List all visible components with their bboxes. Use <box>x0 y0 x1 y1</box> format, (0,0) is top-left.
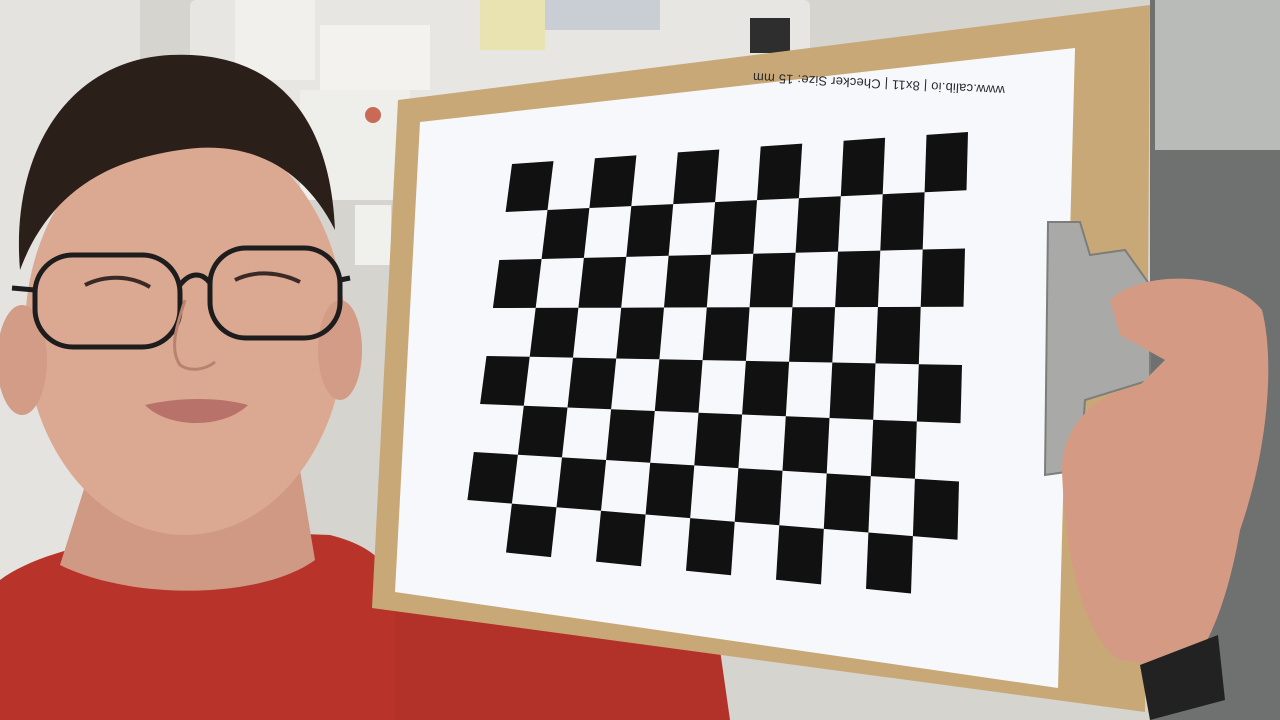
checker-square <box>912 478 959 540</box>
checker-square <box>686 518 735 576</box>
checker-square <box>829 362 876 420</box>
checker-square <box>616 307 664 360</box>
checker-square <box>606 409 655 463</box>
checker-square <box>880 192 925 251</box>
checker-square <box>835 250 881 308</box>
checker-square <box>694 412 743 469</box>
checker-square <box>529 307 579 358</box>
checker-square <box>749 252 796 308</box>
checker-square <box>567 357 617 410</box>
checker-square <box>866 532 913 594</box>
checker-square <box>645 462 695 519</box>
checker-square <box>875 306 921 365</box>
checker-square <box>702 307 750 361</box>
checker-square <box>467 452 518 504</box>
checker-square <box>517 405 568 458</box>
checker-square <box>782 416 830 474</box>
checker-square <box>673 149 720 205</box>
checker-square <box>505 161 554 212</box>
checker-square <box>654 359 703 413</box>
checker-square <box>626 204 674 257</box>
photo-scene <box>0 0 1280 720</box>
checker-square <box>742 360 790 417</box>
checker-square <box>795 196 841 253</box>
checker-square <box>506 503 557 558</box>
checker-square <box>664 254 711 308</box>
checker-square <box>776 525 824 585</box>
checker-square <box>916 364 962 424</box>
checker-square <box>480 356 530 406</box>
checker-square <box>924 132 968 193</box>
checker-square <box>734 468 783 526</box>
checker-square <box>492 259 542 308</box>
checker-square <box>711 200 757 255</box>
checker-square <box>589 155 637 208</box>
checker-square <box>823 473 871 533</box>
checker-square <box>870 419 917 479</box>
checker-square <box>840 137 886 197</box>
shelf-panel <box>1155 0 1280 150</box>
checker-square <box>596 510 646 567</box>
checker-square <box>556 457 607 511</box>
checker-square <box>920 248 965 307</box>
checker-square <box>789 307 836 363</box>
checker-square <box>541 208 590 259</box>
checker-square <box>578 256 627 308</box>
checker-square <box>757 143 803 201</box>
